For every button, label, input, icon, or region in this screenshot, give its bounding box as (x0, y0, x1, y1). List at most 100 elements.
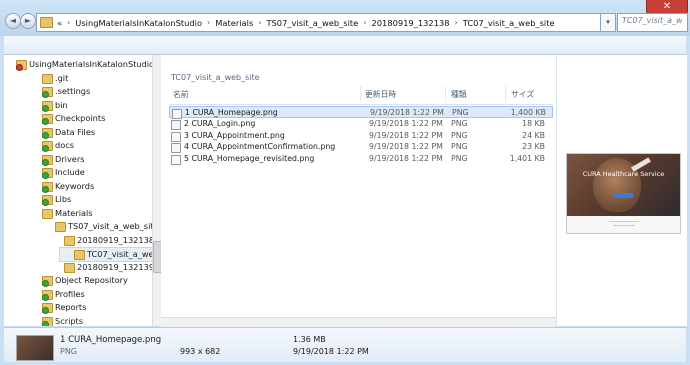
preview-pane: CURA Healthcare Service (556, 55, 687, 326)
forward-arrow-icon: ► (24, 16, 32, 25)
folder-icon (40, 17, 53, 28)
folder-icon (64, 262, 75, 273)
navigation-tree: UsingMaterialsInKatalonStudio .git .settin… (4, 55, 152, 326)
folder-icon (42, 208, 53, 219)
details-size: 1.36 MB (293, 335, 326, 344)
tree-item-label: .settings (55, 86, 91, 96)
details-filename: 1 CURA_Homepage.png (60, 335, 162, 345)
preview-title: CURA Healthcare Service (582, 170, 665, 178)
folder-icon (42, 154, 53, 166)
address-bar[interactable]: « › UsingMaterialsInKatalonStudio › Mate… (36, 13, 608, 32)
breadcrumb-item[interactable]: 20180919_132138 (371, 18, 449, 28)
preview-hero: CURA Healthcare Service (567, 154, 680, 216)
column-header-row: 名前 更新日時 種類 サイズ (169, 84, 553, 105)
breadcrumb-sep-icon[interactable]: › (455, 18, 458, 27)
folder-icon (42, 87, 53, 98)
tree-item-label: Data Files (55, 126, 96, 137)
preview-footer (567, 216, 680, 233)
file-row[interactable]: 3 CURA_Appointment.png 9/19/2018 1:22 PM P… (169, 130, 553, 142)
breadcrumb-sep-icon[interactable]: › (363, 18, 366, 27)
folder-icon (42, 141, 53, 152)
folder-icon (42, 303, 53, 314)
search-input[interactable]: TC07_visit_a_web_site (617, 13, 688, 32)
details-thumbnail (16, 335, 54, 361)
breadcrumb: « › UsingMaterialsInKatalonStudio › Mate… (57, 15, 555, 30)
folder-icon (42, 114, 53, 125)
folder-icon (42, 100, 53, 112)
folder-icon (42, 181, 53, 193)
preview-cta-shape (614, 193, 633, 198)
folder-icon (42, 195, 53, 206)
column-header-size[interactable]: サイズ (511, 89, 534, 100)
file-name: 3 CURA_Appointment.png (184, 130, 285, 140)
horizontal-scrollbar[interactable] (161, 317, 556, 327)
folder-icon (42, 127, 53, 139)
folder-icon (64, 235, 75, 246)
folder-caption: TC07_visit_a_web_site (171, 73, 260, 82)
tree-item-label: Materials (55, 207, 93, 218)
column-header-name[interactable]: 名前 (173, 89, 189, 100)
breadcrumb-item[interactable]: UsingMaterialsInKatalonStudio (75, 18, 202, 28)
tree-item-label: Drivers (55, 153, 85, 164)
folder-icon (42, 276, 53, 287)
breadcrumb-sep-icon[interactable]: › (258, 18, 261, 27)
file-size: 1,401 KB (509, 154, 545, 164)
address-dropdown-button[interactable]: ▾ (600, 13, 616, 32)
chevron-down-icon: ▾ (606, 18, 610, 26)
breadcrumb-item[interactable]: TC07_visit_a_web_site (463, 18, 555, 28)
file-type: PNG (451, 130, 468, 140)
file-icon (171, 143, 181, 154)
column-header-type[interactable]: 種類 (451, 89, 467, 100)
breadcrumb-overflow[interactable]: « (57, 18, 62, 28)
file-list-pane: TC07_visit_a_web_site 名前 更新日時 種類 サイズ 1 C… (161, 55, 556, 327)
file-date: 9/19/2018 1:22 PM (369, 142, 443, 152)
tree-item-label: 20180919_132138 (77, 234, 152, 245)
file-row[interactable]: 4 CURA_AppointmentConfirmation.png 9/19/2… (169, 141, 553, 154)
folder-icon (42, 289, 53, 301)
column-header-date[interactable]: 更新日時 (365, 89, 396, 100)
folder-icon (42, 316, 53, 326)
details-dimensions: 993 x 682 (180, 347, 221, 356)
folder-icon (42, 73, 53, 84)
file-type: PNG (451, 118, 468, 128)
file-row[interactable]: 1 CURA_Homepage.png 9/19/2018 1:22 PM PNG 1… (169, 106, 553, 119)
details-type: PNG (60, 347, 78, 356)
file-size: 23 KB (522, 142, 545, 152)
breadcrumb-sep-icon[interactable]: › (67, 18, 70, 27)
footer-line (609, 221, 639, 222)
tree-item-label: UsingMaterialsInKatalonStudio (29, 59, 152, 69)
breadcrumb-item[interactable]: TS07_visit_a_web_site (266, 18, 358, 28)
file-date: 9/19/2018 1:22 PM (369, 154, 443, 164)
file-row[interactable]: 2 CURA_Login.png 9/19/2018 1:22 PM PNG 18 K… (169, 118, 553, 130)
back-button[interactable]: ◄ (5, 13, 21, 29)
toolbar (4, 36, 686, 55)
tree-item-label: .git (55, 72, 69, 83)
column-divider[interactable] (505, 86, 506, 102)
file-size: 24 KB (522, 130, 545, 140)
back-arrow-icon: ◄ (9, 16, 17, 25)
column-divider[interactable] (445, 86, 446, 102)
file-name: 4 CURA_AppointmentConfirmation.png (184, 142, 336, 152)
tree-item-label: Object Repository (55, 275, 128, 285)
tree-item-label: Scripts (55, 315, 84, 326)
tree-item-label: bin (55, 99, 68, 110)
file-icon (171, 131, 181, 142)
tree-scrollbar[interactable] (152, 55, 162, 326)
file-row[interactable]: 5 CURA_Homepage_revisited.png 9/19/2018 1… (169, 153, 553, 166)
preview-tagline-shape (567, 181, 680, 185)
breadcrumb-sep-icon[interactable]: › (207, 18, 210, 27)
breadcrumb-item[interactable]: Materials (215, 18, 253, 28)
file-icon (171, 155, 181, 166)
file-type: PNG (451, 142, 468, 152)
column-divider[interactable] (360, 86, 361, 102)
tree-item-label: Libs (55, 194, 72, 204)
folder-icon (16, 60, 27, 71)
tree-item-label: docs (55, 140, 74, 150)
tree-item-label: Keywords (55, 180, 95, 191)
forward-button[interactable]: ► (20, 13, 36, 29)
tree-item-label: TS07_visit_a_web_site (68, 221, 152, 231)
tree-item-label: Reports (55, 302, 87, 312)
file-name: 2 CURA_Login.png (184, 118, 256, 128)
tree-item-label: TC07_visit_a_web_site (87, 249, 152, 259)
search-placeholder: TC07_visit_a_web_site (622, 16, 682, 25)
